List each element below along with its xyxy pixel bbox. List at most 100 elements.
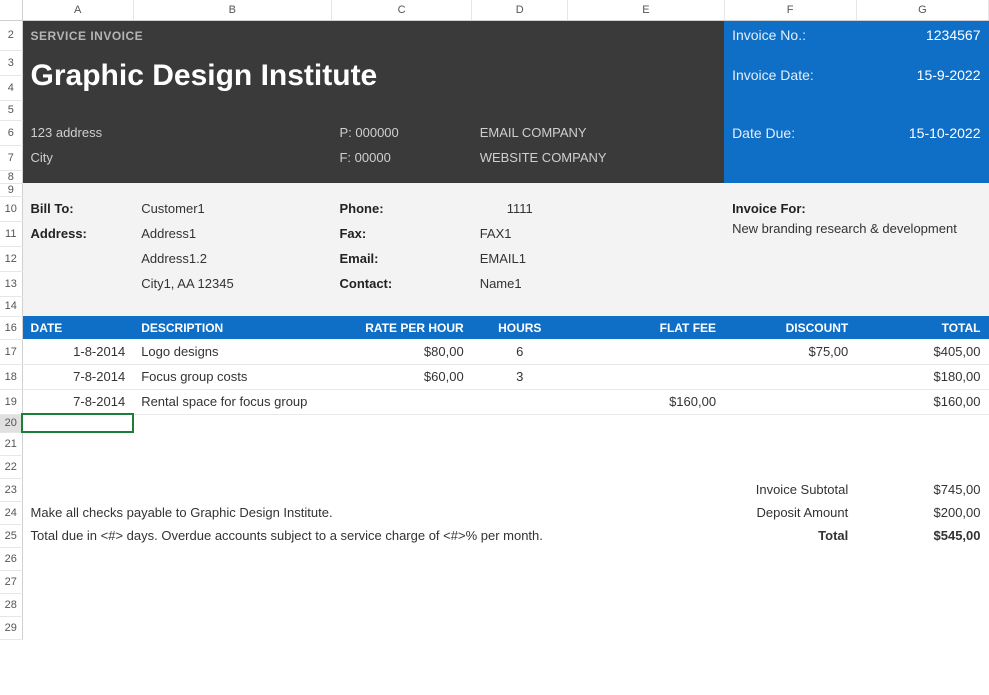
- checks-line-cell[interactable]: Make all checks payable to Graphic Desig…: [22, 501, 724, 524]
- cell[interactable]: [22, 570, 988, 593]
- cell-rate[interactable]: [331, 389, 471, 414]
- row-header[interactable]: 17: [0, 339, 22, 364]
- cell[interactable]: [22, 100, 724, 120]
- address-label-cell[interactable]: Address:: [22, 221, 133, 246]
- cell-flatfee[interactable]: [568, 339, 724, 364]
- row-header[interactable]: 3: [0, 50, 22, 75]
- subtotal-value-cell[interactable]: $745,00: [856, 478, 988, 501]
- cell[interactable]: [22, 547, 988, 570]
- cell[interactable]: [22, 616, 988, 639]
- row-header[interactable]: 28: [0, 593, 22, 616]
- invoicefor-label-cell[interactable]: Invoice For:: [724, 196, 988, 221]
- email-label-cell[interactable]: Email:: [331, 246, 471, 271]
- cell-total[interactable]: $180,00: [856, 364, 988, 389]
- phone-label-cell[interactable]: Phone:: [331, 196, 471, 221]
- company-phone-cell[interactable]: P: 000000: [331, 120, 471, 145]
- row-header[interactable]: 7: [0, 145, 22, 170]
- col-header-c[interactable]: C: [331, 0, 471, 20]
- row-header[interactable]: 18: [0, 364, 22, 389]
- terms-line-cell[interactable]: Total due in <#> days. Overdue accounts …: [22, 524, 724, 547]
- col-header-a[interactable]: A: [22, 0, 133, 20]
- row-header[interactable]: 14: [0, 296, 22, 316]
- row-header[interactable]: 29: [0, 616, 22, 639]
- row-header[interactable]: 21: [0, 432, 22, 455]
- cell[interactable]: [22, 455, 988, 478]
- cell[interactable]: [22, 246, 133, 271]
- contact-value-cell[interactable]: Name1: [472, 271, 568, 296]
- cell-hours[interactable]: [472, 389, 568, 414]
- row-header[interactable]: 24: [0, 501, 22, 524]
- cell-flatfee[interactable]: $160,00: [568, 389, 724, 414]
- date-due-label-cell[interactable]: Date Due:: [724, 120, 856, 145]
- col-header-g[interactable]: G: [856, 0, 988, 20]
- cell-total[interactable]: $160,00: [856, 389, 988, 414]
- cell-date[interactable]: 7-8-2014: [22, 389, 133, 414]
- cell[interactable]: [568, 196, 724, 221]
- invoice-date-label-cell[interactable]: Invoice Date:: [724, 50, 856, 100]
- total-label-cell[interactable]: Total: [724, 524, 856, 547]
- invoicefor-value-cell[interactable]: New branding research & development: [724, 221, 988, 271]
- cell[interactable]: [724, 170, 988, 183]
- billto-value-cell[interactable]: Customer1: [133, 196, 331, 221]
- email-value-cell[interactable]: EMAIL1: [472, 246, 568, 271]
- row-header[interactable]: 2: [0, 20, 22, 50]
- contact-label-cell[interactable]: Contact:: [331, 271, 471, 296]
- subtotal-label-cell[interactable]: Invoice Subtotal: [724, 478, 856, 501]
- row-header[interactable]: 12: [0, 246, 22, 271]
- cell[interactable]: [724, 145, 988, 170]
- company-address2-cell[interactable]: City: [22, 145, 331, 170]
- cell-discount[interactable]: [724, 389, 856, 414]
- cell-discount[interactable]: [724, 364, 856, 389]
- th-discount[interactable]: DISCOUNT: [724, 316, 856, 339]
- active-cell[interactable]: [22, 414, 133, 432]
- spreadsheet-grid[interactable]: A B C D E F G 2 SERVICE INVOICE Invoice …: [0, 0, 989, 640]
- cell-date[interactable]: 7-8-2014: [22, 364, 133, 389]
- address2-cell[interactable]: Address1.2: [133, 246, 331, 271]
- company-website-cell[interactable]: WEBSITE COMPANY: [472, 145, 724, 170]
- cell[interactable]: SERVICE INVOICE: [22, 20, 724, 50]
- cell-flatfee[interactable]: [568, 364, 724, 389]
- cell[interactable]: [22, 170, 724, 183]
- row-header[interactable]: 19: [0, 389, 22, 414]
- row-header[interactable]: 4: [0, 75, 22, 100]
- cell-hours[interactable]: 6: [472, 339, 568, 364]
- deposit-label-cell[interactable]: Deposit Amount: [724, 501, 856, 524]
- th-hours[interactable]: HOURS: [472, 316, 568, 339]
- row-header[interactable]: 11: [0, 221, 22, 246]
- th-date[interactable]: DATE: [22, 316, 133, 339]
- cell[interactable]: [22, 432, 988, 455]
- cell-date[interactable]: 1-8-2014: [22, 339, 133, 364]
- cell[interactable]: [568, 271, 989, 296]
- cell-total[interactable]: $405,00: [856, 339, 988, 364]
- company-fax-cell[interactable]: F: 00000: [331, 145, 471, 170]
- invoice-no-value-cell[interactable]: 1234567: [856, 20, 988, 50]
- col-header-b[interactable]: B: [133, 0, 331, 20]
- row-header[interactable]: 9: [0, 183, 22, 196]
- cell[interactable]: [22, 271, 133, 296]
- cell-desc[interactable]: Focus group costs: [133, 364, 331, 389]
- th-flatfee[interactable]: FLAT FEE: [568, 316, 724, 339]
- select-all-corner[interactable]: [0, 0, 22, 20]
- total-value-cell[interactable]: $545,00: [856, 524, 988, 547]
- cell-rate[interactable]: $60,00: [331, 364, 471, 389]
- row-header[interactable]: 22: [0, 455, 22, 478]
- col-header-f[interactable]: F: [724, 0, 856, 20]
- row-header[interactable]: 8: [0, 170, 22, 183]
- company-title-cell[interactable]: Graphic Design Institute: [22, 50, 724, 100]
- row-header[interactable]: 25: [0, 524, 22, 547]
- invoice-date-value-cell[interactable]: 15-9-2022: [856, 50, 988, 100]
- address3-cell[interactable]: City1, AA 12345: [133, 271, 331, 296]
- row-header[interactable]: 16: [0, 316, 22, 339]
- cell[interactable]: [22, 478, 724, 501]
- cell[interactable]: [22, 593, 988, 616]
- cell-desc[interactable]: Logo designs: [133, 339, 331, 364]
- col-header-d[interactable]: D: [472, 0, 568, 20]
- row-header[interactable]: 27: [0, 570, 22, 593]
- cell[interactable]: [724, 100, 988, 120]
- cell[interactable]: [22, 183, 988, 196]
- fax-value-cell[interactable]: FAX1: [472, 221, 568, 246]
- th-total[interactable]: TOTAL: [856, 316, 988, 339]
- row-header[interactable]: 13: [0, 271, 22, 296]
- cell-rate[interactable]: $80,00: [331, 339, 471, 364]
- fax-label-cell[interactable]: Fax:: [331, 221, 471, 246]
